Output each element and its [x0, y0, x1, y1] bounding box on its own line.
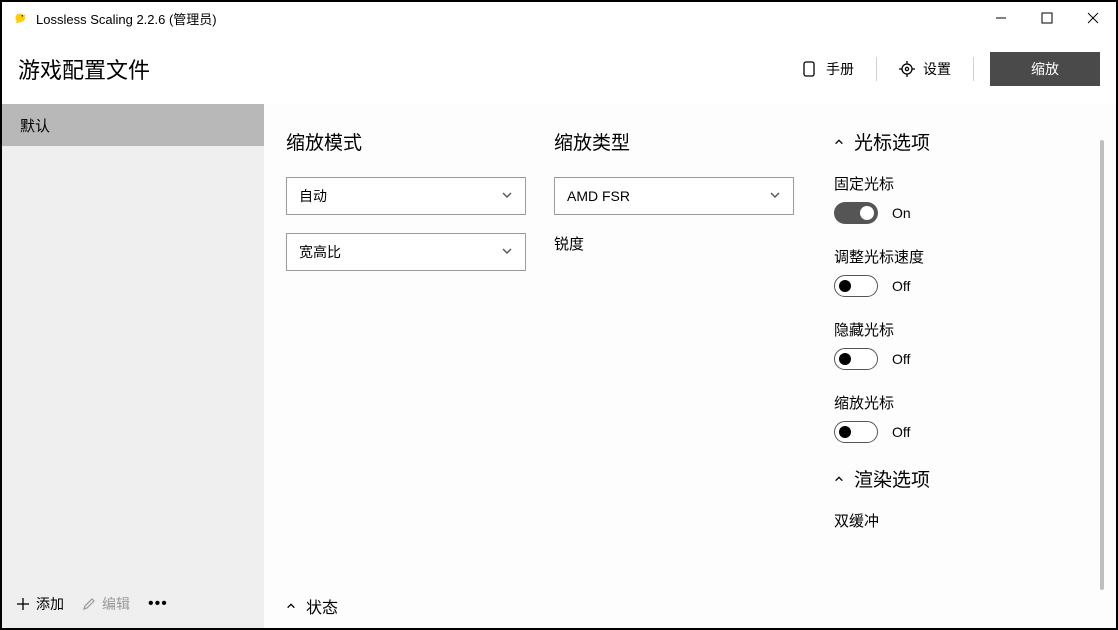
dropdown-value: 自动 [299, 186, 501, 206]
edit-button[interactable]: 编辑 [82, 594, 130, 614]
app-window: Lossless Scaling 2.2.6 (管理员) 游戏配置文件 手册 设… [0, 0, 1118, 630]
dropdown-value: 宽高比 [299, 242, 501, 262]
toggle-state: On [892, 205, 911, 221]
sidebar-bottom: 添加 编辑 ••• [2, 580, 264, 628]
more-icon: ••• [148, 595, 168, 613]
scaling-type-section: 缩放类型 AMD FSR 锐度 [544, 104, 824, 628]
app-icon [10, 8, 30, 28]
scale-cursor-row: 缩放光标 Off [834, 392, 1086, 443]
more-button[interactable]: ••• [148, 595, 168, 613]
scale-button[interactable]: 缩放 [990, 52, 1100, 86]
adjust-cursor-speed-toggle[interactable] [834, 275, 878, 297]
header: 游戏配置文件 手册 设置 缩放 [2, 34, 1116, 104]
hide-cursor-label: 隐藏光标 [834, 319, 1086, 340]
options-section: 光标选项 固定光标 On 调整光标速度 Off [824, 104, 1116, 628]
toggle-state: Off [892, 424, 910, 440]
toggle-state: Off [892, 351, 910, 367]
page-title: 游戏配置文件 [18, 53, 788, 85]
dropdown-value: AMD FSR [567, 188, 769, 204]
pencil-icon [82, 597, 96, 611]
toggle-state: Off [892, 278, 910, 294]
add-button[interactable]: 添加 [16, 594, 64, 614]
chevron-down-icon [501, 244, 513, 260]
sidebar-item-default[interactable]: 默认 [2, 104, 264, 146]
hide-cursor-row: 隐藏光标 Off [834, 319, 1086, 370]
settings-label: 设置 [923, 59, 951, 79]
status-expander[interactable]: 状态 [286, 594, 338, 618]
adjust-cursor-speed-label: 调整光标速度 [834, 246, 1086, 267]
window-title: Lossless Scaling 2.2.6 (管理员) [36, 9, 217, 28]
scaling-type-dropdown[interactable]: AMD FSR [554, 177, 794, 215]
titlebar: Lossless Scaling 2.2.6 (管理员) [2, 2, 1116, 34]
sidebar: 默认 添加 编辑 ••• [2, 104, 264, 628]
chevron-up-icon [834, 137, 844, 147]
lock-cursor-label: 固定光标 [834, 173, 1086, 194]
scale-cursor-label: 缩放光标 [834, 392, 1086, 413]
chevron-down-icon [501, 188, 513, 204]
main: 默认 添加 编辑 ••• 缩放模式 [2, 104, 1116, 628]
scaling-mode-section: 缩放模式 自动 宽高比 [264, 104, 544, 628]
close-button[interactable] [1070, 2, 1116, 34]
add-label: 添加 [36, 594, 64, 614]
settings-button[interactable]: 设置 [885, 53, 965, 85]
lock-cursor-toggle[interactable] [834, 202, 878, 224]
render-options-heading: 渲染选项 [854, 465, 930, 492]
scale-cursor-toggle[interactable] [834, 421, 878, 443]
separator [876, 57, 877, 81]
content: 缩放模式 自动 宽高比 缩放类型 AMD FSR [264, 104, 1116, 628]
aspect-ratio-dropdown[interactable]: 宽高比 [286, 233, 526, 271]
minimize-button[interactable] [978, 2, 1024, 34]
cursor-options-heading: 光标选项 [854, 128, 930, 155]
scaling-type-heading: 缩放类型 [554, 128, 802, 155]
maximize-button[interactable] [1024, 2, 1070, 34]
scaling-mode-heading: 缩放模式 [286, 128, 522, 155]
manual-button[interactable]: 手册 [788, 53, 868, 85]
chevron-down-icon [769, 188, 781, 204]
status-label: 状态 [306, 594, 338, 618]
adjust-cursor-speed-row: 调整光标速度 Off [834, 246, 1086, 297]
edit-label: 编辑 [102, 594, 130, 614]
gear-icon [899, 61, 915, 77]
manual-label: 手册 [826, 59, 854, 79]
scaling-mode-dropdown[interactable]: 自动 [286, 177, 526, 215]
separator [973, 57, 974, 81]
chevron-up-icon [286, 601, 296, 611]
scrollbar[interactable] [1100, 140, 1104, 590]
chevron-up-icon [834, 474, 844, 484]
hide-cursor-toggle[interactable] [834, 348, 878, 370]
sharpness-label: 锐度 [554, 233, 802, 254]
book-icon [802, 61, 818, 77]
double-buffer-row: 双缓冲 [834, 510, 1086, 531]
plus-icon [16, 597, 30, 611]
render-options-expander[interactable]: 渲染选项 [834, 465, 1086, 492]
cursor-options-expander[interactable]: 光标选项 [834, 128, 1086, 155]
lock-cursor-row: 固定光标 On [834, 173, 1086, 224]
double-buffer-label: 双缓冲 [834, 510, 1086, 531]
